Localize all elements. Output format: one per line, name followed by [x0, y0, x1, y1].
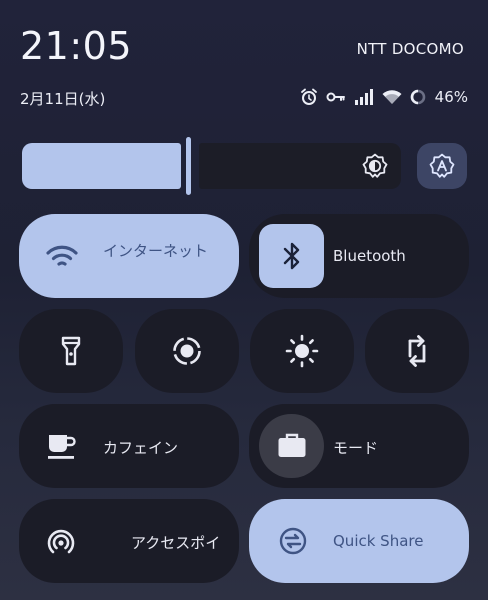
briefcase-icon	[278, 433, 305, 457]
key-icon	[326, 92, 345, 102]
bluetooth-icon-box	[259, 224, 324, 288]
status-icons: 46%	[300, 86, 468, 108]
carrier-name: NTT DOCOMO	[356, 40, 464, 58]
battery-icon	[410, 89, 425, 105]
hotspot-icon	[47, 529, 75, 554]
flashlight-tile[interactable]	[19, 309, 123, 393]
signal-icon	[354, 89, 373, 105]
hotspot-tile[interactable]: アクセスポイ	[19, 499, 239, 583]
auto-brightness-button[interactable]	[417, 143, 467, 189]
hotspot-tile-label: アクセスポイ	[131, 534, 221, 552]
internet-tile-label: インターネット	[103, 242, 209, 260]
brightness-icon	[362, 153, 388, 178]
auto-rotate-tile[interactable]	[365, 309, 469, 393]
clock-time[interactable]: 21:05	[20, 24, 132, 68]
screen-record-icon	[173, 337, 201, 365]
brightness-tile[interactable]	[250, 309, 354, 393]
briefcase-icon-box	[259, 414, 324, 478]
caffeine-tile-label: カフェイン	[103, 439, 179, 457]
auto-rotate-icon	[408, 335, 426, 367]
quick-share-tile[interactable]: Quick Share	[249, 499, 469, 583]
flashlight-icon	[61, 336, 81, 366]
screen-record-tile[interactable]	[135, 309, 239, 393]
internet-tile[interactable]: インターネット	[19, 214, 239, 298]
caffeine-tile[interactable]: カフェイン	[19, 404, 239, 488]
auto-brightness-icon	[429, 153, 455, 178]
coffee-cup-icon	[48, 435, 76, 459]
bluetooth-icon	[283, 242, 299, 270]
wifi-icon	[382, 90, 402, 104]
mode-tile-label: モード	[333, 439, 379, 457]
brightness-slider-thumb[interactable]	[186, 137, 191, 195]
brightness-sun-icon	[285, 334, 319, 368]
battery-percent: 46%	[434, 88, 468, 106]
mode-tile[interactable]: モード	[249, 404, 469, 488]
bluetooth-tile[interactable]: Bluetooth	[249, 214, 469, 298]
alarm-icon	[300, 88, 317, 105]
date-text[interactable]: 2月11日(水)	[20, 88, 105, 109]
quick-share-icon	[279, 527, 307, 555]
quick-share-tile-label: Quick Share	[333, 532, 424, 550]
brightness-slider-fill[interactable]	[22, 143, 181, 189]
wifi-icon	[46, 245, 78, 266]
bluetooth-tile-label: Bluetooth	[333, 247, 406, 265]
